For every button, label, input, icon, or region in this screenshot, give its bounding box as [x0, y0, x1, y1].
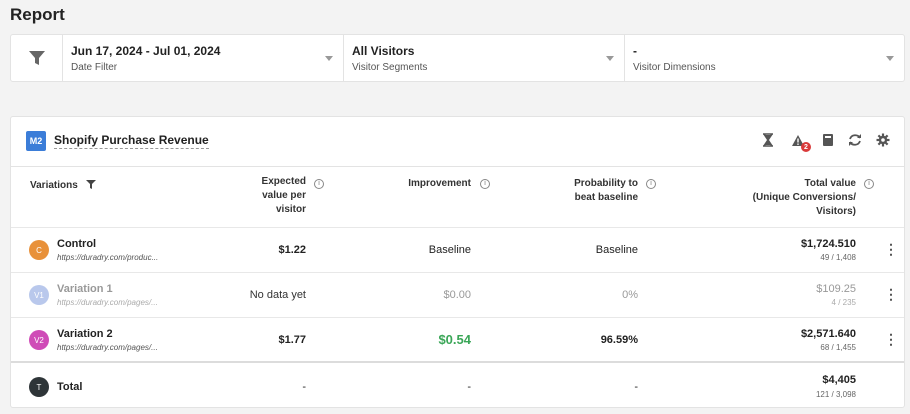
total-value-header-line2: (Unique Conversions/	[752, 192, 856, 203]
variation-name[interactable]: Variation 1	[57, 283, 113, 295]
expected-value-header: Expected value per visitor	[241, 175, 306, 217]
expected-value-header-line3: visitor	[275, 204, 306, 215]
total-value-header: Total value (Unique Conversions/ Visitor…	[731, 177, 856, 219]
date-filter-label: Date Filter	[71, 62, 118, 73]
info-icon[interactable]: i	[646, 179, 656, 189]
chevron-down-icon	[606, 56, 614, 61]
expected-value: $1.22	[278, 244, 306, 256]
table-row[interactable]: V1 Variation 1 https://duradry.com/pages…	[11, 272, 904, 317]
total-label: Total	[57, 381, 83, 393]
variation-name[interactable]: Control	[57, 238, 96, 250]
variation-url[interactable]: https://duradry.com/produc...	[57, 253, 158, 262]
filter-bar: Jun 17, 2024 - Jul 01, 2024 Date Filter …	[10, 34, 905, 82]
conversions-ratio: 121 / 3,098	[815, 390, 856, 399]
info-icon[interactable]: i	[864, 179, 874, 189]
improvement-value: $0.00	[443, 289, 471, 301]
refresh-button[interactable]	[847, 131, 863, 149]
settings-button[interactable]	[875, 131, 891, 149]
probability-value: -	[634, 381, 638, 393]
variations-header-label: Variations	[30, 180, 78, 191]
warnings-button[interactable]: 2	[790, 131, 811, 152]
improvement-header: Improvement	[408, 178, 471, 189]
metric-badge: M2	[26, 131, 46, 151]
total-value-header-line1: Total value	[804, 178, 857, 189]
refresh-icon	[849, 134, 861, 146]
total-value: $4,405	[822, 374, 856, 386]
kebab-icon[interactable]: ⋮	[884, 241, 898, 258]
hourglass-icon	[763, 133, 773, 147]
probability-header-line2: beat baseline	[574, 192, 638, 203]
expected-value: No data yet	[249, 289, 306, 301]
conversions-ratio: 49 / 1,408	[820, 253, 856, 262]
metric-name[interactable]: Shopify Purchase Revenue	[54, 133, 209, 149]
variation-name[interactable]: Variation 2	[57, 328, 113, 340]
chevron-down-icon	[886, 56, 894, 61]
probability-value: 96.59%	[600, 334, 638, 346]
variation-url[interactable]: https://duradry.com/pages/...	[57, 298, 158, 307]
notes-button[interactable]	[820, 131, 836, 149]
probability-value: Baseline	[595, 244, 638, 256]
conversions-ratio: 68 / 1,455	[820, 343, 856, 352]
date-filter-dropdown[interactable]: Jun 17, 2024 - Jul 01, 2024 Date Filter	[63, 35, 344, 81]
visitor-segments-value: All Visitors	[352, 44, 415, 58]
visitor-dimensions-dropdown[interactable]: - Visitor Dimensions	[625, 35, 904, 81]
gear-icon	[876, 133, 890, 147]
avatar: V2	[29, 330, 49, 350]
variations-header[interactable]: Variations	[30, 179, 96, 193]
avatar: T	[29, 377, 49, 397]
info-icon[interactable]: i	[314, 179, 324, 189]
total-value: $1,724.510	[800, 238, 856, 250]
probability-header-line1: Probability to	[574, 178, 638, 189]
variation-url[interactable]: https://duradry.com/pages/...	[57, 343, 158, 352]
total-row: T Total - - - $4,405 121 / 3,098	[11, 361, 904, 407]
date-filter-value: Jun 17, 2024 - Jul 01, 2024	[71, 44, 221, 58]
table-row[interactable]: C Control https://duradry.com/produc... …	[11, 227, 904, 272]
total-value-header-line3: Visitors)	[816, 206, 856, 217]
visitor-segments-dropdown[interactable]: All Visitors Visitor Segments	[344, 35, 625, 81]
expected-value: $1.77	[278, 334, 306, 346]
probability-value: 0%	[622, 289, 638, 301]
total-value: $109.25	[816, 283, 856, 295]
visitor-dimensions-label: Visitor Dimensions	[633, 62, 716, 73]
metric-card-header: M2 Shopify Purchase Revenue 2	[11, 117, 904, 167]
improvement-value: Baseline	[428, 244, 471, 256]
notebook-icon	[823, 134, 833, 146]
total-value: $2,571.640	[800, 328, 856, 340]
hourglass-button[interactable]	[760, 131, 776, 149]
filter-toggle[interactable]	[11, 35, 63, 81]
visitor-segments-label: Visitor Segments	[352, 62, 428, 73]
page-title: Report	[10, 5, 65, 24]
filter-icon	[28, 51, 45, 65]
table-row[interactable]: V2 Variation 2 https://duradry.com/pages…	[11, 317, 904, 361]
avatar: V1	[29, 285, 49, 305]
metric-card: M2 Shopify Purchase Revenue 2 Variations…	[10, 116, 905, 408]
expected-value-header-line1: Expected	[261, 176, 306, 187]
visitor-dimensions-value: -	[633, 44, 637, 58]
kebab-icon[interactable]: ⋮	[884, 331, 898, 348]
avatar: C	[29, 240, 49, 260]
improvement-value: $0.54	[438, 332, 471, 347]
improvement-value: -	[467, 381, 471, 393]
expected-value-header-line2: value per	[262, 190, 306, 201]
filter-icon[interactable]	[85, 180, 96, 189]
conversions-ratio: 4 / 235	[831, 298, 856, 307]
probability-header: Probability to beat baseline	[559, 177, 638, 205]
kebab-icon[interactable]: ⋮	[884, 286, 898, 303]
info-icon[interactable]: i	[480, 179, 490, 189]
warning-count-badge: 2	[801, 142, 811, 152]
expected-value: -	[302, 381, 306, 393]
chevron-down-icon	[325, 56, 333, 61]
